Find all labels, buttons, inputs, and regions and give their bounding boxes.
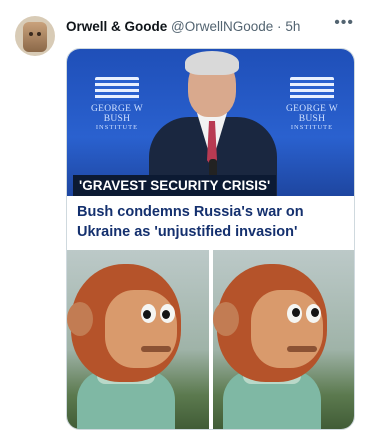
puppet-mouth <box>141 346 171 352</box>
avatar[interactable] <box>15 16 55 56</box>
news-headline: Bush condemns Russia's war on Ukraine as… <box>67 199 354 249</box>
tweet-header: Orwell & Goode @OrwellNGoode · 5h <box>66 18 360 36</box>
puppet-eye <box>141 304 156 323</box>
hair <box>185 51 239 75</box>
institute-logo: GEORGE W BUSH INSTITUTE <box>274 77 350 131</box>
avatar-eye <box>37 32 41 36</box>
meme-image <box>67 250 354 429</box>
meme-panel-right <box>213 250 354 429</box>
flag-icon <box>290 77 334 101</box>
speaker-figure <box>145 49 281 196</box>
handle[interactable]: @OrwellNGoode <box>171 19 273 34</box>
display-name[interactable]: Orwell & Goode <box>66 19 167 34</box>
puppet-face <box>105 290 177 368</box>
tweet-media[interactable]: GEORGE W BUSH INSTITUTE GEORGE W BUSH IN… <box>66 48 355 430</box>
news-photo: GEORGE W BUSH INSTITUTE GEORGE W BUSH IN… <box>67 49 354 196</box>
puppet-face <box>251 290 323 368</box>
flag-icon <box>95 77 139 101</box>
puppet-eye <box>287 304 302 323</box>
avatar-eye <box>29 32 33 36</box>
logo-line2: INSTITUTE <box>290 124 334 131</box>
timestamp[interactable]: 5h <box>285 19 300 34</box>
meme-panel-left <box>67 250 209 429</box>
puppet-eye <box>160 304 175 323</box>
institute-logo: GEORGE W BUSH INSTITUTE <box>79 77 155 131</box>
avatar-figure <box>23 22 47 52</box>
puppet-eye <box>306 304 321 323</box>
separator-dot: · <box>277 19 282 34</box>
puppet-mouth <box>287 346 317 352</box>
more-icon[interactable]: ••• <box>334 14 354 32</box>
puppet-ear <box>213 302 239 336</box>
news-caption: 'GRAVEST SECURITY CRISIS' <box>73 175 277 196</box>
logo-line2: INSTITUTE <box>95 124 139 131</box>
logo-line1: GEORGE W BUSH <box>90 104 144 124</box>
logo-line1: GEORGE W BUSH <box>285 104 339 124</box>
puppet-ear <box>67 302 93 336</box>
